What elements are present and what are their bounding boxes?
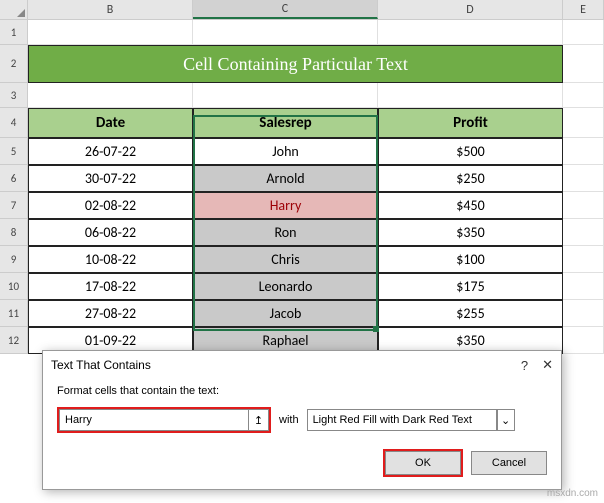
- table-row: 630-07-22Arnold$250: [0, 165, 604, 192]
- cell-salesrep[interactable]: Harry: [193, 192, 378, 219]
- with-label: with: [279, 414, 299, 426]
- title-cell[interactable]: Cell Containing Particular Text: [28, 45, 563, 83]
- cell-profit[interactable]: $255: [378, 300, 563, 327]
- chevron-down-icon[interactable]: ⌄: [497, 409, 515, 431]
- cell-profit[interactable]: $100: [378, 246, 563, 273]
- cell-date[interactable]: 26-07-22: [28, 138, 193, 165]
- cell-E12[interactable]: [563, 327, 604, 354]
- table-row: 910-08-22Chris$100: [0, 246, 604, 273]
- text-input[interactable]: [59, 409, 249, 431]
- row-header-9[interactable]: 9: [0, 246, 28, 273]
- cell-date[interactable]: 17-08-22: [28, 273, 193, 300]
- close-icon[interactable]: ✕: [542, 357, 553, 373]
- header-profit[interactable]: Profit: [378, 108, 563, 138]
- row-header-1[interactable]: 1: [0, 20, 28, 45]
- cell-date[interactable]: 10-08-22: [28, 246, 193, 273]
- cell-salesrep[interactable]: Arnold: [193, 165, 378, 192]
- header-date[interactable]: Date: [28, 108, 193, 138]
- row-header-5[interactable]: 5: [0, 138, 28, 165]
- row-header-11[interactable]: 11: [0, 300, 28, 327]
- dialog-title: Text That Contains: [51, 358, 151, 372]
- cell-date[interactable]: 30-07-22: [28, 165, 193, 192]
- cell-E3[interactable]: [563, 83, 604, 108]
- row-header-4[interactable]: 4: [0, 108, 28, 138]
- dialog-label: Format cells that contain the text:: [57, 385, 547, 397]
- col-header-E[interactable]: E: [563, 0, 604, 19]
- row-2: 2 Cell Containing Particular Text: [0, 45, 604, 83]
- cell-E9[interactable]: [563, 246, 604, 273]
- cell-profit[interactable]: $500: [378, 138, 563, 165]
- row-3: 3: [0, 83, 604, 108]
- col-header-C[interactable]: C: [193, 0, 378, 19]
- row-4-header: 4 Date Salesrep Profit: [0, 108, 604, 138]
- cell-E11[interactable]: [563, 300, 604, 327]
- spreadsheet: B C D E 1 2 Cell Containing Particular T…: [0, 0, 604, 354]
- cell-E6[interactable]: [563, 165, 604, 192]
- cell-salesrep[interactable]: Chris: [193, 246, 378, 273]
- cell-E8[interactable]: [563, 219, 604, 246]
- cell-E1[interactable]: [563, 20, 604, 45]
- cell-E5[interactable]: [563, 138, 604, 165]
- cell-B1[interactable]: [28, 20, 193, 45]
- col-header-B[interactable]: B: [28, 0, 193, 19]
- row-header-2[interactable]: 2: [0, 45, 28, 83]
- row-header-6[interactable]: 6: [0, 165, 28, 192]
- range-picker-icon[interactable]: ↥: [249, 409, 269, 431]
- column-headers: B C D E: [0, 0, 604, 20]
- header-salesrep[interactable]: Salesrep: [193, 108, 378, 138]
- cell-D3[interactable]: [378, 83, 563, 108]
- cell-salesrep[interactable]: Ron: [193, 219, 378, 246]
- cell-date[interactable]: 27-08-22: [28, 300, 193, 327]
- row-header-7[interactable]: 7: [0, 192, 28, 219]
- row-1: 1: [0, 20, 604, 45]
- row-header-8[interactable]: 8: [0, 219, 28, 246]
- table-row: 526-07-22John$500: [0, 138, 604, 165]
- cell-E2[interactable]: [563, 45, 604, 83]
- cancel-button[interactable]: Cancel: [471, 451, 547, 475]
- cell-profit[interactable]: $450: [378, 192, 563, 219]
- cell-E10[interactable]: [563, 273, 604, 300]
- select-all-triangle[interactable]: [0, 0, 28, 19]
- table-row: 702-08-22Harry$450: [0, 192, 604, 219]
- ok-button[interactable]: OK: [385, 451, 461, 475]
- row-header-3[interactable]: 3: [0, 83, 28, 108]
- dialog-titlebar[interactable]: Text That Contains ? ✕: [43, 351, 561, 379]
- cell-salesrep[interactable]: John: [193, 138, 378, 165]
- cell-salesrep[interactable]: Jacob: [193, 300, 378, 327]
- cell-E4[interactable]: [563, 108, 604, 138]
- table-row: 806-08-22Ron$350: [0, 219, 604, 246]
- row-header-10[interactable]: 10: [0, 273, 28, 300]
- table-row: 1127-08-22Jacob$255: [0, 300, 604, 327]
- cell-D1[interactable]: [378, 20, 563, 45]
- cell-profit[interactable]: $250: [378, 165, 563, 192]
- cell-C1[interactable]: [193, 20, 378, 45]
- cell-B3[interactable]: [28, 83, 193, 108]
- row-header-12[interactable]: 12: [0, 327, 28, 354]
- col-header-D[interactable]: D: [378, 0, 563, 19]
- cell-profit[interactable]: $350: [378, 219, 563, 246]
- table-row: 1017-08-22Leonardo$175: [0, 273, 604, 300]
- format-select[interactable]: Light Red Fill with Dark Red Text: [307, 409, 497, 431]
- cell-date[interactable]: 06-08-22: [28, 219, 193, 246]
- cell-C3[interactable]: [193, 83, 378, 108]
- text-contains-dialog: Text That Contains ? ✕ Format cells that…: [42, 350, 562, 490]
- cell-salesrep[interactable]: Leonardo: [193, 273, 378, 300]
- watermark: msxdn.com: [547, 488, 598, 499]
- cell-profit[interactable]: $175: [378, 273, 563, 300]
- cell-E7[interactable]: [563, 192, 604, 219]
- cell-date[interactable]: 02-08-22: [28, 192, 193, 219]
- help-icon[interactable]: ?: [521, 358, 528, 373]
